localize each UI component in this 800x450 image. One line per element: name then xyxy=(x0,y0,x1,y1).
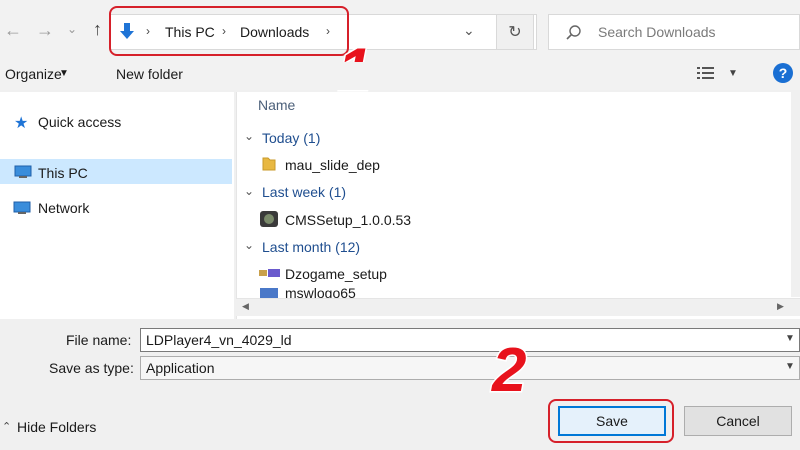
star-icon: ★ xyxy=(14,115,29,132)
file-list-pane xyxy=(236,92,800,319)
view-dropdown-icon[interactable]: ▼ xyxy=(728,68,738,79)
search-icon xyxy=(566,25,581,40)
sidebar-item-quick-access[interactable]: Quick access xyxy=(38,114,121,130)
file-name-field[interactable]: LDPlayer4_vn_4029_ld xyxy=(140,328,800,352)
file-item-label: mswlogo65 xyxy=(285,288,356,298)
collapse-chevron-icon[interactable]: ⌄ xyxy=(244,238,254,252)
image-file-icon xyxy=(260,288,278,298)
save-as-type-select[interactable]: Application xyxy=(140,356,800,380)
step-2-annotation: 2 xyxy=(490,336,528,405)
refresh-button[interactable]: ↻ xyxy=(496,14,534,50)
file-name-label: File name: xyxy=(66,332,132,348)
back-arrow-icon[interactable]: ← xyxy=(4,20,22,41)
group-header-last-week[interactable]: Last week (1) xyxy=(262,184,346,200)
breadcrumb-highlight-box xyxy=(109,6,349,56)
horizontal-scrollbar[interactable] xyxy=(236,298,800,316)
file-name-value: LDPlayer4_vn_4029_ld xyxy=(146,332,292,348)
column-header-name[interactable]: Name xyxy=(258,97,295,113)
hide-folders-button[interactable]: Hide Folders xyxy=(17,419,96,435)
pc-icon xyxy=(14,165,32,178)
save-as-type-label: Save as type: xyxy=(49,360,134,376)
vertical-scrollbar[interactable] xyxy=(791,92,800,297)
organize-menu[interactable]: Organize xyxy=(5,66,62,82)
file-item[interactable]: Dzogame_setup xyxy=(285,266,387,282)
exe-app-icon xyxy=(259,269,280,277)
folder-icon xyxy=(262,157,276,171)
hide-folders-chevron-icon[interactable]: ⌃ xyxy=(2,420,11,433)
scroll-left-icon[interactable]: ◀ xyxy=(242,301,249,312)
setup-app-icon xyxy=(260,211,278,227)
save-as-type-value: Application xyxy=(146,360,215,376)
cancel-button[interactable]: Cancel xyxy=(684,406,792,436)
forward-arrow-icon[interactable]: → xyxy=(36,20,54,41)
help-icon[interactable]: ? xyxy=(773,63,793,83)
recent-locations-chevron-icon[interactable]: ⌄ xyxy=(67,22,77,36)
collapse-chevron-icon[interactable]: ⌄ xyxy=(244,129,254,143)
up-arrow-icon[interactable]: ↑ xyxy=(93,19,102,40)
group-header-today[interactable]: Today (1) xyxy=(262,130,320,146)
group-header-last-month[interactable]: Last month (12) xyxy=(262,239,360,255)
save-button-label: Save xyxy=(596,413,628,429)
save-button[interactable]: Save xyxy=(558,406,666,436)
scroll-right-icon[interactable]: ▶ xyxy=(777,301,784,312)
new-folder-button[interactable]: New folder xyxy=(116,66,183,82)
file-item[interactable]: mswlogo65 xyxy=(285,288,356,298)
collapse-chevron-icon[interactable]: ⌄ xyxy=(244,184,254,198)
search-placeholder: Search Downloads xyxy=(598,24,716,40)
file-name-dropdown-icon[interactable]: ▼ xyxy=(785,333,795,344)
save-type-dropdown-icon[interactable]: ▼ xyxy=(785,361,795,372)
network-icon xyxy=(13,201,31,214)
organize-dropdown-icon: ▼ xyxy=(59,68,69,79)
refresh-icon: ↻ xyxy=(508,24,522,41)
cancel-button-label: Cancel xyxy=(716,413,760,429)
file-item[interactable]: mau_slide_dep xyxy=(285,157,380,173)
selected-nav-highlight xyxy=(0,159,232,184)
sidebar-item-network[interactable]: Network xyxy=(38,200,89,216)
address-dropdown-chevron-icon[interactable]: ⌄ xyxy=(463,22,475,39)
file-item[interactable]: CMSSetup_1.0.0.53 xyxy=(285,212,411,228)
view-options-icon[interactable] xyxy=(697,66,715,80)
sidebar-item-this-pc[interactable]: This PC xyxy=(38,165,88,181)
